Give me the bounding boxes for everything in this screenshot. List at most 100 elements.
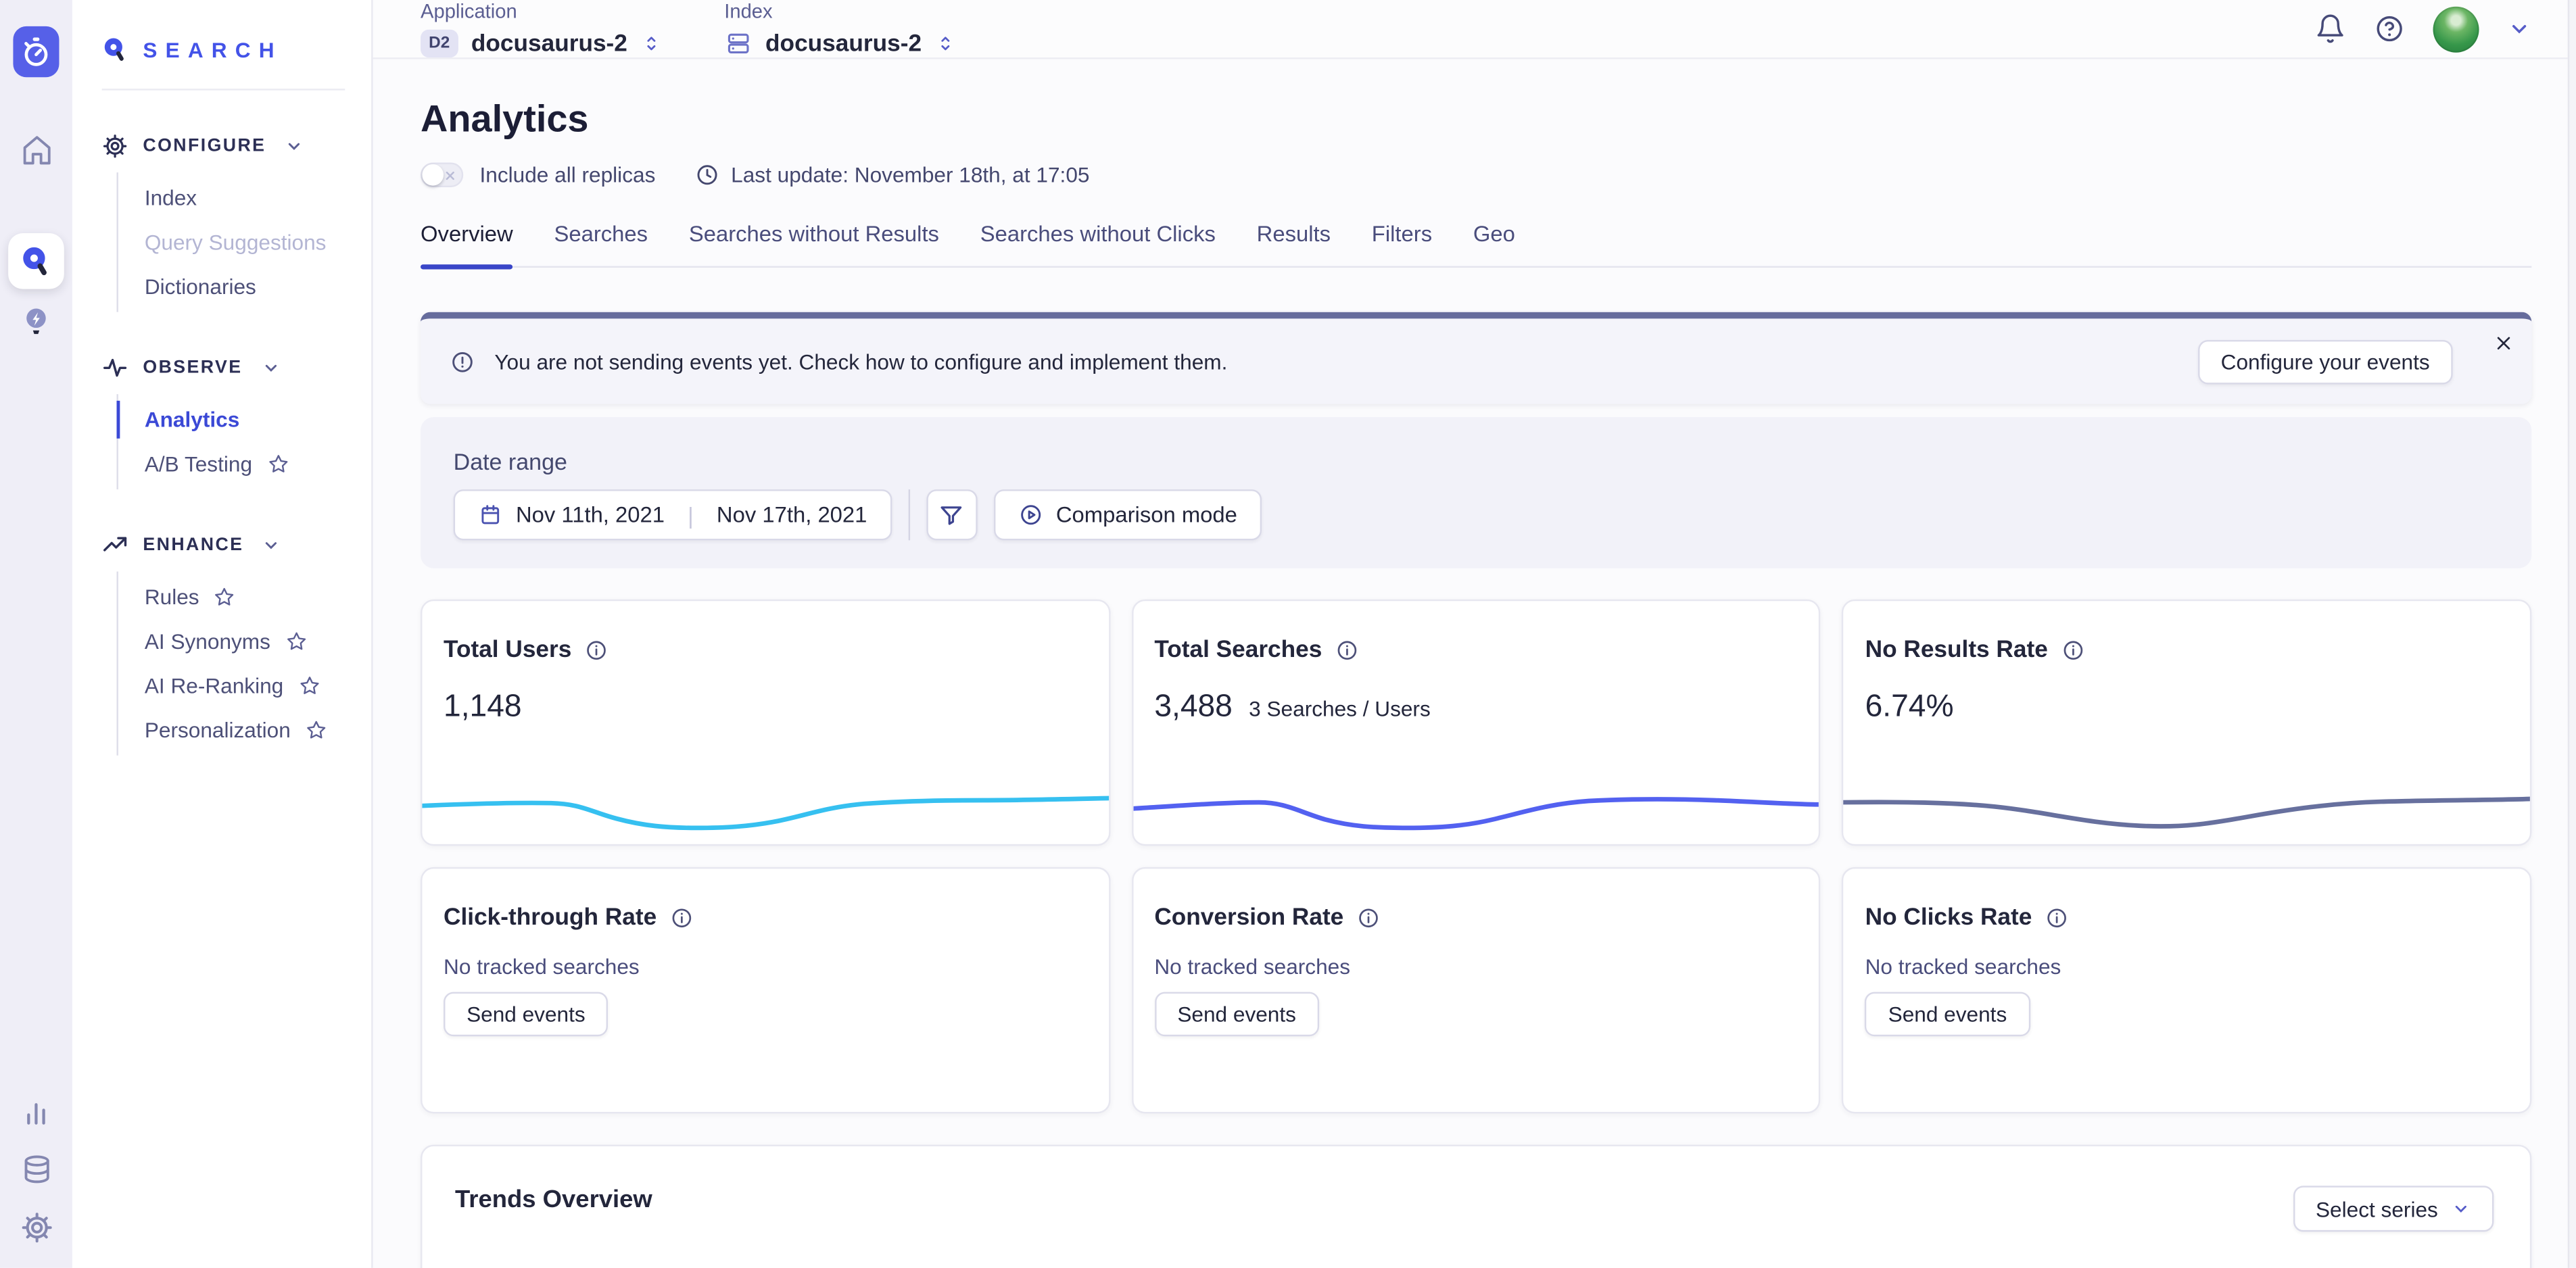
analytics-page: Analytics Include all replicas Last upda… [373, 59, 2576, 1268]
card-subvalue: 3 Searches / Users [1249, 696, 1431, 721]
gear-icon[interactable] [19, 1211, 53, 1245]
bell-icon[interactable] [2315, 13, 2346, 44]
tab-overview[interactable]: Overview [421, 222, 513, 266]
index-label: Index [724, 0, 956, 23]
gear-icon [102, 133, 128, 160]
sidebar-item-ab-testing[interactable]: A/B Testing [118, 442, 371, 487]
info-icon[interactable] [1335, 639, 1358, 662]
bar-chart-icon[interactable] [20, 1097, 53, 1130]
sidebar-item-label: A/B Testing [145, 452, 252, 476]
select-series-button[interactable]: Select series [2293, 1186, 2494, 1232]
date-range-panel: Date range Nov 11th, 2021 | Nov 17th, 20… [421, 417, 2531, 568]
home-icon[interactable] [19, 133, 53, 168]
close-icon[interactable] [2494, 333, 2513, 353]
search-rail-active-item[interactable] [8, 233, 64, 289]
comparison-mode-button[interactable]: Comparison mode [994, 489, 1262, 540]
section-label: ENHANCE [143, 535, 243, 555]
sidebar-item-query-suggestions[interactable]: Query Suggestions [118, 220, 371, 265]
stopwatch-app-icon[interactable] [13, 26, 59, 77]
info-icon[interactable] [585, 639, 608, 662]
star-icon[interactable] [214, 586, 235, 608]
sidebar-item-analytics[interactable]: Analytics [118, 397, 371, 442]
trends-title: Trends Overview [455, 1186, 652, 1213]
star-icon[interactable] [267, 454, 289, 475]
sort-chevrons-icon [935, 31, 957, 55]
search-logo[interactable]: SEARCH [102, 36, 371, 64]
avatar[interactable] [2433, 6, 2479, 52]
card-value: 1,148 [444, 690, 522, 726]
section-label: CONFIGURE [143, 137, 266, 156]
trend-up-icon [102, 532, 128, 558]
page-title: Analytics [421, 97, 2531, 141]
tab-searches[interactable]: Searches [554, 222, 648, 266]
tab-filters[interactable]: Filters [1372, 222, 1432, 266]
application-badge: D2 [421, 30, 458, 57]
empty-state-text: No tracked searches [444, 954, 1076, 979]
sidebar-item-label: Query Suggestions [145, 230, 327, 254]
star-icon[interactable] [306, 719, 327, 741]
sidebar-item-dictionaries[interactable]: Dictionaries [118, 264, 371, 309]
info-icon[interactable] [2061, 639, 2084, 662]
card-value: 6.74% [1865, 690, 1954, 726]
top-bar: Application D2 docusaurus-2 Index [373, 0, 2576, 59]
play-circle-icon [1018, 503, 1043, 527]
chevron-down-icon [262, 535, 281, 555]
sidebar-item-index[interactable]: Index [118, 176, 371, 220]
icon-rail [0, 0, 72, 1268]
search-logo-icon [102, 36, 130, 64]
database-icon[interactable] [19, 1153, 53, 1188]
tab-searches-without-results[interactable]: Searches without Results [689, 222, 939, 266]
sidebar-item-ai-synonyms[interactable]: AI Synonyms [118, 619, 371, 664]
section-label: OBSERVE [143, 358, 242, 378]
chevron-down-icon[interactable] [2507, 16, 2531, 41]
application-select[interactable]: D2 docusaurus-2 [421, 30, 662, 57]
send-events-button[interactable]: Send events [1865, 992, 2030, 1037]
tab-results[interactable]: Results [1257, 222, 1331, 266]
sidebar: SEARCH CONFIGURE [72, 0, 373, 1268]
tab-geo[interactable]: Geo [1473, 222, 1515, 266]
star-icon[interactable] [285, 631, 307, 652]
sidebar-item-label: AI Re-Ranking [145, 673, 283, 698]
tab-searches-without-clicks[interactable]: Searches without Clicks [980, 222, 1216, 266]
sidebar-item-personalization[interactable]: Personalization [118, 708, 371, 752]
info-icon[interactable] [2045, 906, 2068, 929]
sidebar-item-label: Rules [145, 585, 199, 609]
section-head-observe[interactable]: OBSERVE [102, 355, 371, 381]
filter-funnel-button[interactable] [926, 489, 977, 540]
index-value: docusaurus-2 [765, 30, 922, 57]
analytics-tabs: Overview Searches Searches without Resul… [421, 222, 2531, 268]
no-results-rate-card: No Results Rate 6.74% [1842, 600, 2532, 846]
sidebar-item-rules[interactable]: Rules [118, 575, 371, 619]
divider [102, 89, 345, 90]
sidebar-item-ai-re-ranking[interactable]: AI Re-Ranking [118, 664, 371, 708]
last-update-text: Last update: November 18th, at 17:05 [731, 163, 1089, 187]
send-events-button[interactable]: Send events [1154, 992, 1319, 1037]
info-icon[interactable] [1357, 906, 1380, 929]
send-events-button[interactable]: Send events [444, 992, 609, 1037]
section-head-enhance[interactable]: ENHANCE [102, 532, 371, 558]
card-title: Conversion Rate [1154, 905, 1343, 931]
index-select[interactable]: docusaurus-2 [724, 30, 956, 57]
info-icon[interactable] [670, 906, 693, 929]
app-window: SEARCH CONFIGURE [0, 0, 2576, 1268]
help-circle-icon[interactable] [2374, 13, 2405, 44]
application-selector: Application D2 docusaurus-2 [421, 0, 662, 57]
banner-message: You are not sending events yet. Check ho… [494, 349, 1227, 373]
lightbulb-bolt-icon[interactable] [18, 302, 54, 343]
card-title: Total Searches [1154, 637, 1322, 664]
star-icon[interactable] [298, 675, 320, 697]
card-value: 3,488 [1154, 690, 1233, 726]
no-results-rate-sparkline [1842, 772, 2532, 834]
index-selector: Index docusaurus-2 [724, 0, 956, 57]
pulse-icon [102, 355, 128, 381]
scrollbar[interactable] [2568, 0, 2576, 1268]
date-range-button[interactable]: Nov 11th, 2021 | Nov 17th, 2021 [454, 489, 892, 540]
sidebar-item-label: Dictionaries [145, 274, 256, 299]
sidebar-section-configure: CONFIGURE Index Query Suggestions Dictio… [102, 133, 371, 312]
card-title: Click-through Rate [444, 905, 657, 931]
chevron-down-icon [284, 137, 304, 156]
section-head-configure[interactable]: CONFIGURE [102, 133, 371, 160]
configure-events-button[interactable]: Configure your events [2198, 339, 2453, 384]
include-replicas-toggle[interactable] [421, 163, 463, 187]
total-searches-card: Total Searches 3,488 3 Searches / Users [1131, 600, 1821, 846]
